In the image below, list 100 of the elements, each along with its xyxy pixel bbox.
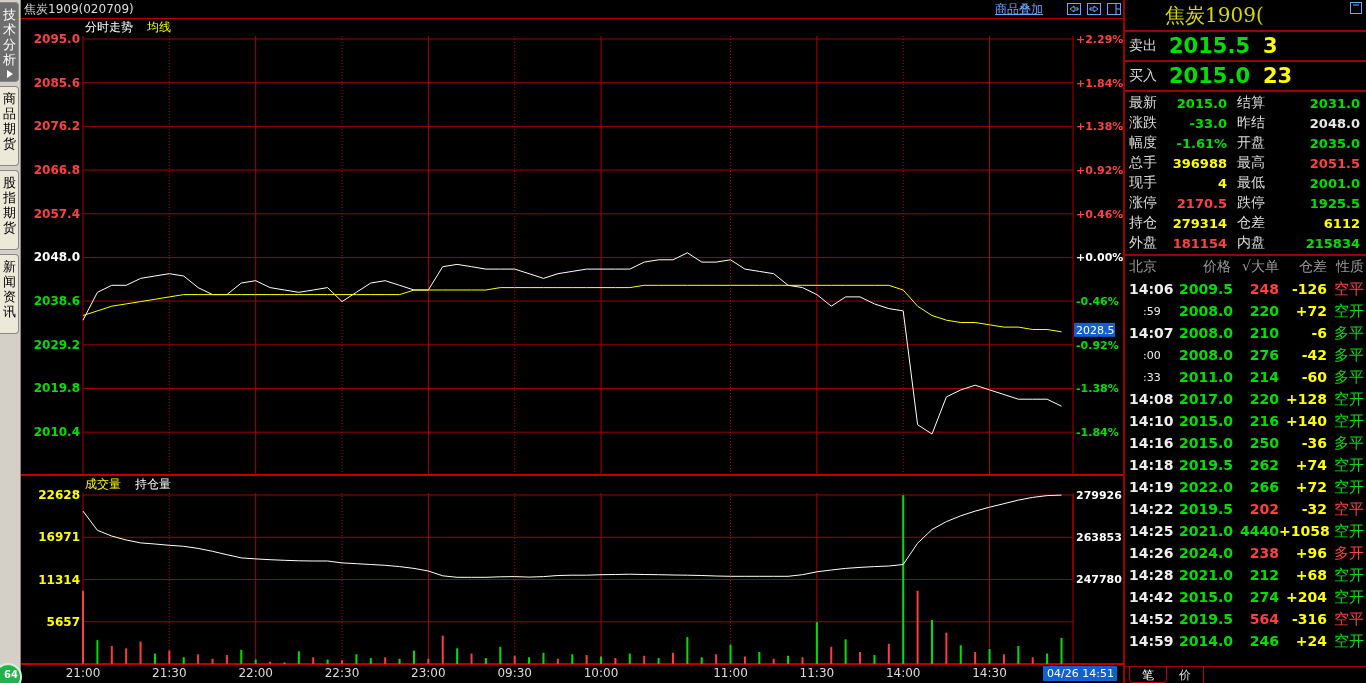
volume-bar — [859, 652, 862, 664]
tick-change: +1058 — [1279, 523, 1327, 539]
percent-axis-label: +0.00% — [1076, 251, 1124, 265]
volume-bar — [326, 659, 329, 664]
volume-bar — [556, 658, 559, 664]
stat-label: 涨停 — [1129, 194, 1158, 212]
tick-time: :59 — [1142, 304, 1162, 318]
price-axis-label: 2038.6 — [33, 294, 80, 309]
volume-bar — [125, 648, 128, 664]
tick-change: -42 — [1300, 347, 1327, 363]
stat-value: 4 — [1216, 175, 1227, 191]
time-axis-label: 10:00 — [583, 666, 619, 680]
stat-value: 2001.0 — [1308, 175, 1360, 191]
volume-bar — [153, 653, 156, 664]
percent-axis-label: -1.84% — [1076, 426, 1119, 440]
tick-nature: 空平 — [1333, 279, 1364, 299]
volume-bar — [887, 643, 890, 664]
overlay-link[interactable]: 商品叠加 — [995, 0, 1043, 18]
tick-nature: 空开 — [1333, 631, 1364, 651]
tick-nature: 空开 — [1333, 411, 1364, 431]
volume-bar — [1060, 637, 1063, 664]
volume-bar — [369, 658, 372, 664]
tick-volume: 274 — [1248, 589, 1279, 605]
tick-nature: 空开 — [1333, 455, 1364, 475]
price-axis-label: 2066.8 — [33, 163, 80, 178]
split-view-icon[interactable] — [1107, 3, 1121, 15]
tick-change: -36 — [1300, 435, 1327, 451]
tick-nature: 多平 — [1333, 323, 1364, 343]
tick-price: 2008.0 — [1179, 347, 1231, 363]
tick-time: 14:10 — [1129, 413, 1175, 429]
price-axis-label: 2076.2 — [33, 119, 80, 134]
bottom-tab[interactable]: 笔 — [1129, 667, 1167, 683]
tick-nature: 多平 — [1333, 345, 1364, 365]
right-arrow-icon[interactable] — [1087, 3, 1101, 15]
tick-price: 2022.0 — [1179, 479, 1231, 495]
volume-bar — [1031, 657, 1034, 664]
volume-bar — [657, 658, 660, 664]
stat-value: 2031.0 — [1308, 95, 1360, 111]
volume-bar — [571, 654, 574, 664]
tick-price: 2015.0 — [1179, 435, 1231, 451]
volume-bar — [225, 655, 228, 664]
volume-bar — [614, 658, 617, 664]
legend-label: 持仓量 — [135, 476, 171, 493]
volume-bar — [959, 645, 962, 664]
tick-price: 2008.0 — [1179, 325, 1231, 341]
tick-time: 14:59 — [1129, 633, 1175, 649]
tick-volume: 220 — [1248, 303, 1279, 319]
volume-bar — [110, 646, 113, 664]
volume-bar — [254, 659, 257, 664]
tick-time: 14:52 — [1129, 611, 1175, 627]
stat-value: 215834 — [1304, 235, 1360, 251]
volume-bar — [139, 641, 142, 664]
volume-bar — [815, 622, 818, 664]
tick-price: 2009.5 — [1179, 281, 1231, 297]
stat-label: 总手 — [1129, 154, 1158, 172]
tick-nature: 空开 — [1333, 477, 1364, 497]
volume-bar — [297, 651, 300, 664]
tick-nature: 空开 — [1333, 389, 1364, 409]
percent-axis-label: -1.38% — [1076, 382, 1119, 396]
tick-change: -32 — [1300, 501, 1327, 517]
tick-price: 2017.0 — [1179, 391, 1231, 407]
tick-change: +72 — [1294, 479, 1327, 495]
tick-price: 2019.5 — [1179, 501, 1231, 517]
left-arrow-icon[interactable] — [1067, 3, 1081, 15]
window-icon[interactable] — [1350, 2, 1362, 14]
volume-bar — [643, 655, 646, 664]
stat-value: 1925.5 — [1308, 195, 1360, 211]
side-tab[interactable]: 商品期货 — [0, 86, 19, 166]
volume-bar — [355, 654, 358, 664]
tick-volume: 276 — [1248, 347, 1279, 363]
stat-label: 开盘 — [1236, 134, 1266, 152]
time-axis-label: 22:00 — [238, 666, 273, 680]
tick-volume: 4440 — [1239, 523, 1279, 539]
bottom-tab[interactable]: 价 — [1167, 667, 1204, 683]
tick-price: 2021.0 — [1179, 567, 1231, 583]
tick-volume: 238 — [1248, 545, 1279, 561]
time-badge: 04/26 14:51 — [1043, 666, 1117, 681]
tick-change: +24 — [1294, 633, 1327, 649]
side-tab[interactable]: 新闻资讯 — [0, 254, 19, 334]
volume-bar — [427, 658, 430, 664]
volume-bar — [1046, 653, 1049, 664]
tick-nature: 空开 — [1333, 521, 1364, 541]
stat-label: 昨结 — [1236, 114, 1266, 132]
tick-price: 2011.0 — [1179, 369, 1231, 385]
stat-value: 2051.5 — [1308, 155, 1360, 171]
tick-change: +72 — [1294, 303, 1327, 319]
tick-nature: 多开 — [1333, 543, 1364, 563]
legend-label: 均线 — [147, 19, 171, 36]
stat-label: 最新 — [1129, 94, 1158, 112]
side-tab[interactable]: 股指期货 — [0, 170, 19, 250]
stat-value: 6112 — [1322, 215, 1360, 231]
tick-time: 14:42 — [1129, 589, 1175, 605]
side-tab[interactable]: 技术分析 — [0, 2, 19, 82]
stat-value: 181154 — [1171, 235, 1227, 251]
price-axis-label: 2029.2 — [33, 337, 80, 352]
tick-time: 14:22 — [1129, 501, 1175, 517]
open-interest-axis-label: 279926 — [1076, 489, 1122, 502]
tick-volume: 266 — [1248, 479, 1279, 495]
volume-bar — [873, 655, 876, 664]
tick-time: 14:16 — [1129, 435, 1175, 451]
